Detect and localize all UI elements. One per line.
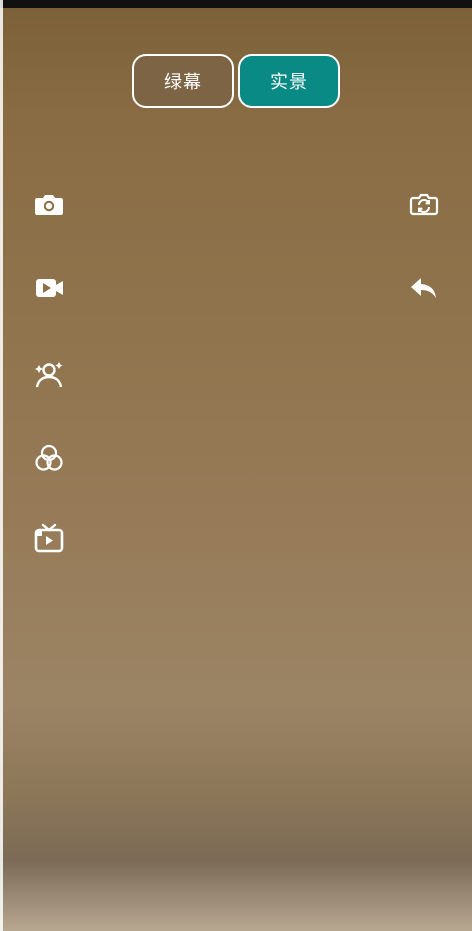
back-reply-icon[interactable]: [406, 270, 442, 306]
tv-video-icon[interactable]: [31, 520, 67, 556]
switch-camera-icon[interactable]: [406, 186, 442, 222]
beauty-person-sparkle-icon[interactable]: [31, 356, 67, 392]
status-bar: [0, 0, 472, 8]
realscene-mode-button[interactable]: 实景: [238, 54, 340, 108]
camera-preview-screen: 绿幕 实景: [0, 0, 472, 931]
camera-icon[interactable]: [31, 186, 67, 222]
greenscreen-mode-button[interactable]: 绿幕: [132, 54, 234, 108]
filter-circles-icon[interactable]: [31, 440, 67, 476]
mode-toggle: 绿幕 实景: [132, 54, 343, 112]
video-camera-icon[interactable]: [31, 270, 67, 306]
left-edge: [0, 0, 3, 931]
